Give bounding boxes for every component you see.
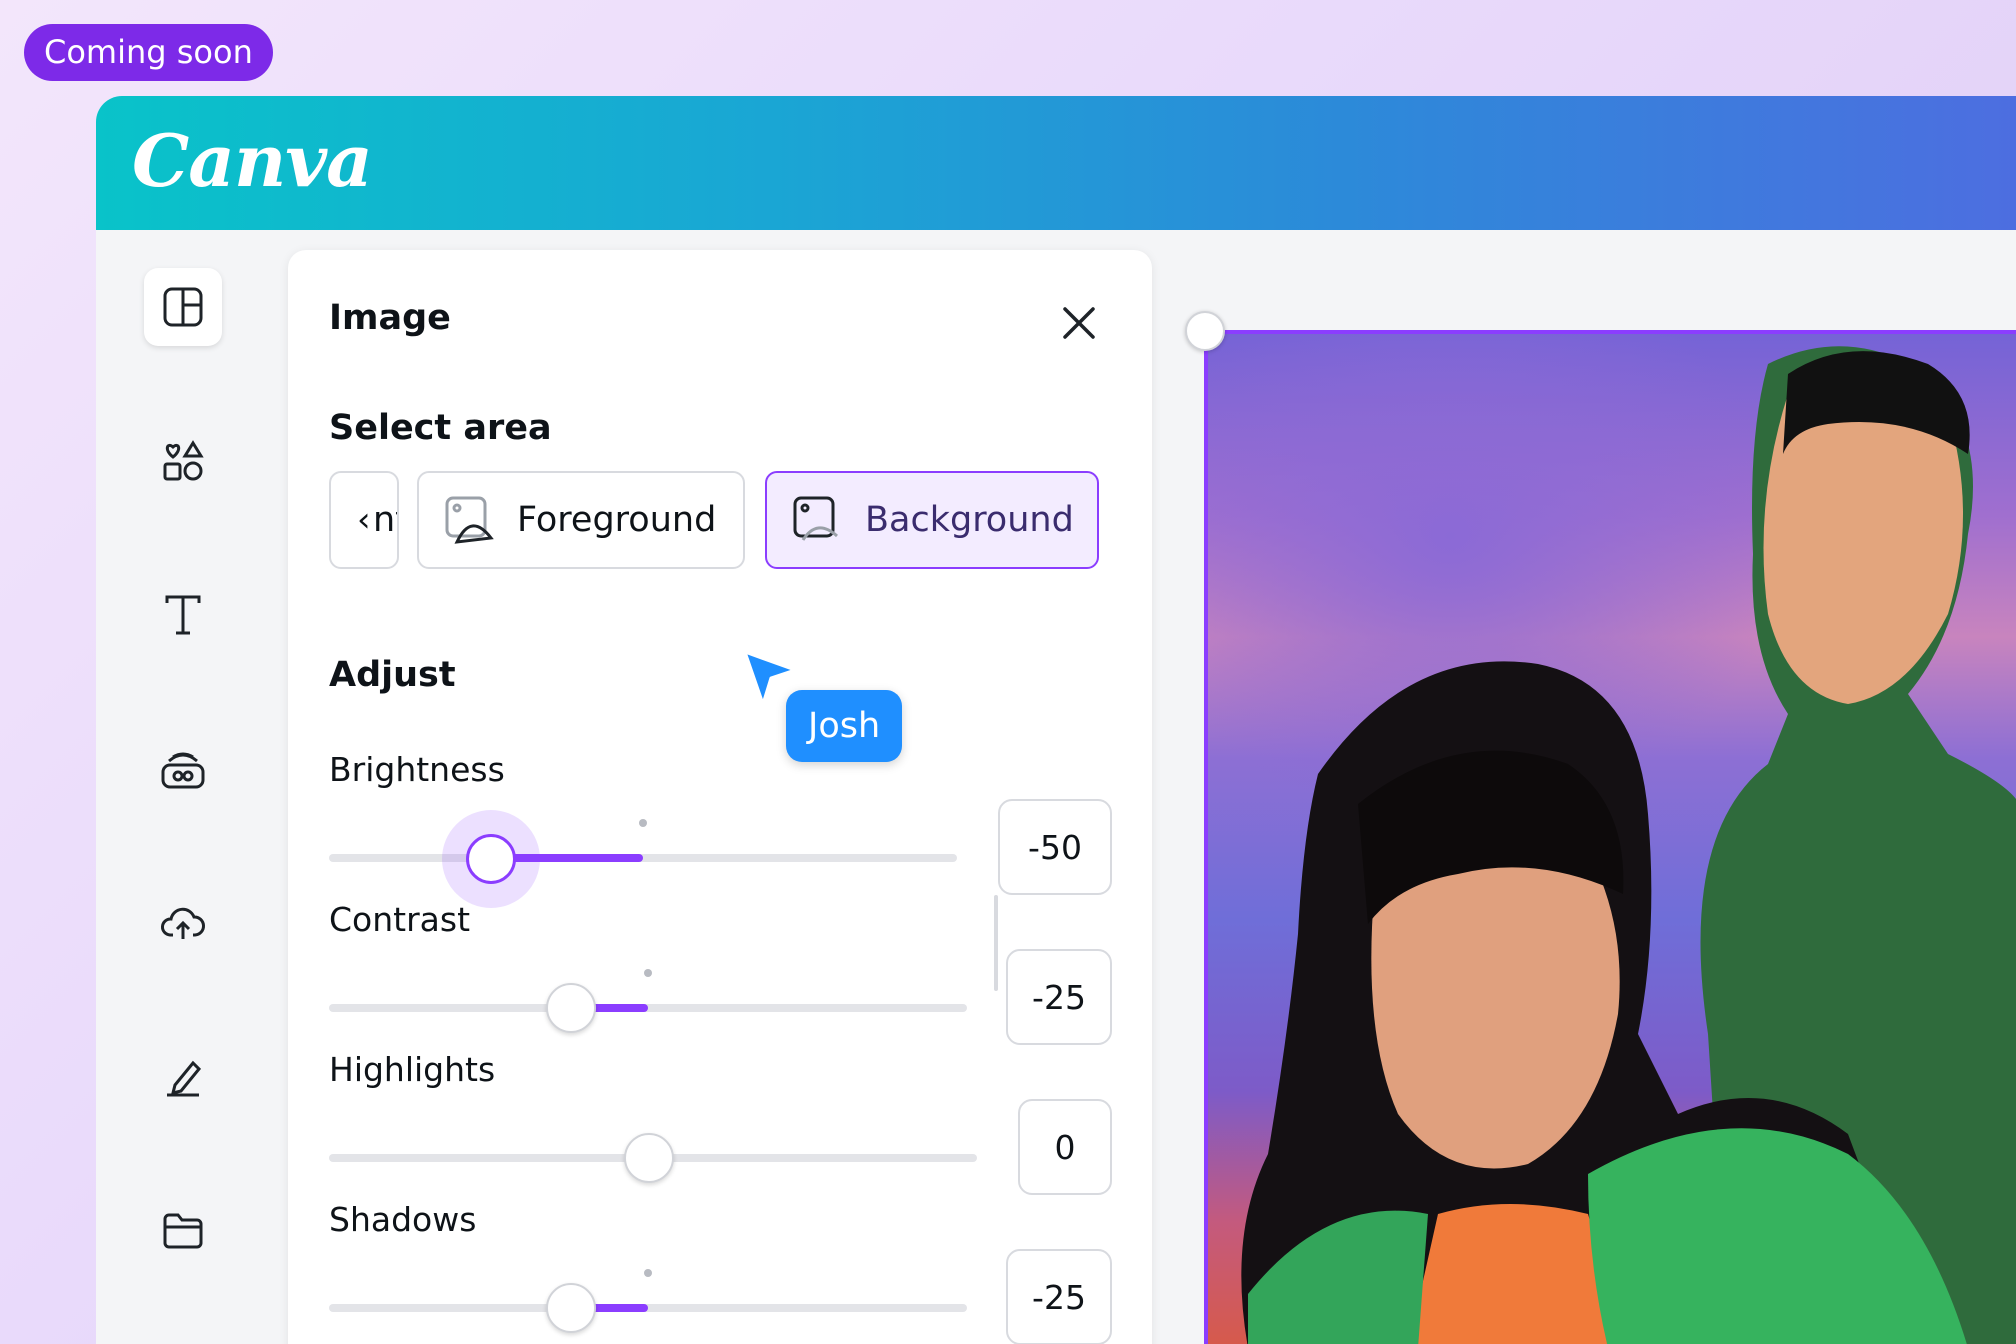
contrast-center-tick xyxy=(644,969,652,977)
uploads-icon[interactable] xyxy=(144,884,222,962)
photo-people-illustration xyxy=(1241,346,2016,1344)
projects-icon[interactable] xyxy=(144,1192,222,1270)
shadows-label: Shadows xyxy=(329,1200,477,1239)
contrast-track[interactable] xyxy=(329,1004,967,1012)
collaborator-name-tag: Josh xyxy=(786,690,903,762)
brand-icon[interactable] xyxy=(144,730,222,808)
canvas-resize-handle[interactable] xyxy=(1185,311,1225,351)
foreground-label: Foreground xyxy=(517,500,717,540)
shadows-value-input[interactable]: -25 xyxy=(1006,1249,1112,1344)
select-area-title: Select area xyxy=(329,408,552,448)
adjust-title: Adjust xyxy=(329,655,456,695)
shadows-track[interactable] xyxy=(329,1304,967,1312)
highlights-value-input[interactable]: 0 xyxy=(1018,1099,1112,1195)
contrast-value-input[interactable]: -25 xyxy=(1006,949,1112,1045)
background-icon xyxy=(793,496,839,541)
contrast-label: Contrast xyxy=(329,900,471,939)
panel-title: Image xyxy=(329,298,451,338)
close-button[interactable] xyxy=(1054,298,1104,348)
elements-icon[interactable] xyxy=(144,422,222,500)
close-icon xyxy=(1063,307,1095,339)
contrast-slider-thumb[interactable] xyxy=(546,983,596,1033)
shadows-slider-thumb[interactable] xyxy=(546,1283,596,1333)
highlights-label: Highlights xyxy=(329,1050,496,1089)
canva-logo[interactable]: Canva xyxy=(132,118,373,203)
brightness-value-input[interactable]: -50 xyxy=(998,799,1112,895)
background-option[interactable]: Background xyxy=(765,471,1099,569)
foreground-option[interactable]: Foreground xyxy=(417,471,745,569)
shadows-center-tick xyxy=(644,1269,652,1277)
editor-window: Canva Image Select area ‹ nt Foreground xyxy=(96,96,2016,1344)
brightness-center-tick xyxy=(639,819,647,827)
canvas-image[interactable] xyxy=(1204,330,2016,1344)
foreground-icon xyxy=(445,496,494,544)
brightness-slider-thumb[interactable] xyxy=(466,834,516,884)
text-icon[interactable] xyxy=(144,576,222,654)
select-area-option-partial[interactable]: ‹ nt xyxy=(329,471,399,569)
draw-icon[interactable] xyxy=(144,1038,222,1116)
coming-soon-badge: Coming soon xyxy=(24,24,273,81)
highlights-slider-thumb[interactable] xyxy=(624,1133,674,1183)
background-label: Background xyxy=(865,500,1074,540)
brightness-track[interactable] xyxy=(329,854,957,862)
app-header: Canva xyxy=(96,96,2016,230)
design-icon[interactable] xyxy=(144,268,222,346)
chevron-left-icon[interactable]: ‹ xyxy=(357,500,371,540)
brightness-label: Brightness xyxy=(329,750,505,789)
